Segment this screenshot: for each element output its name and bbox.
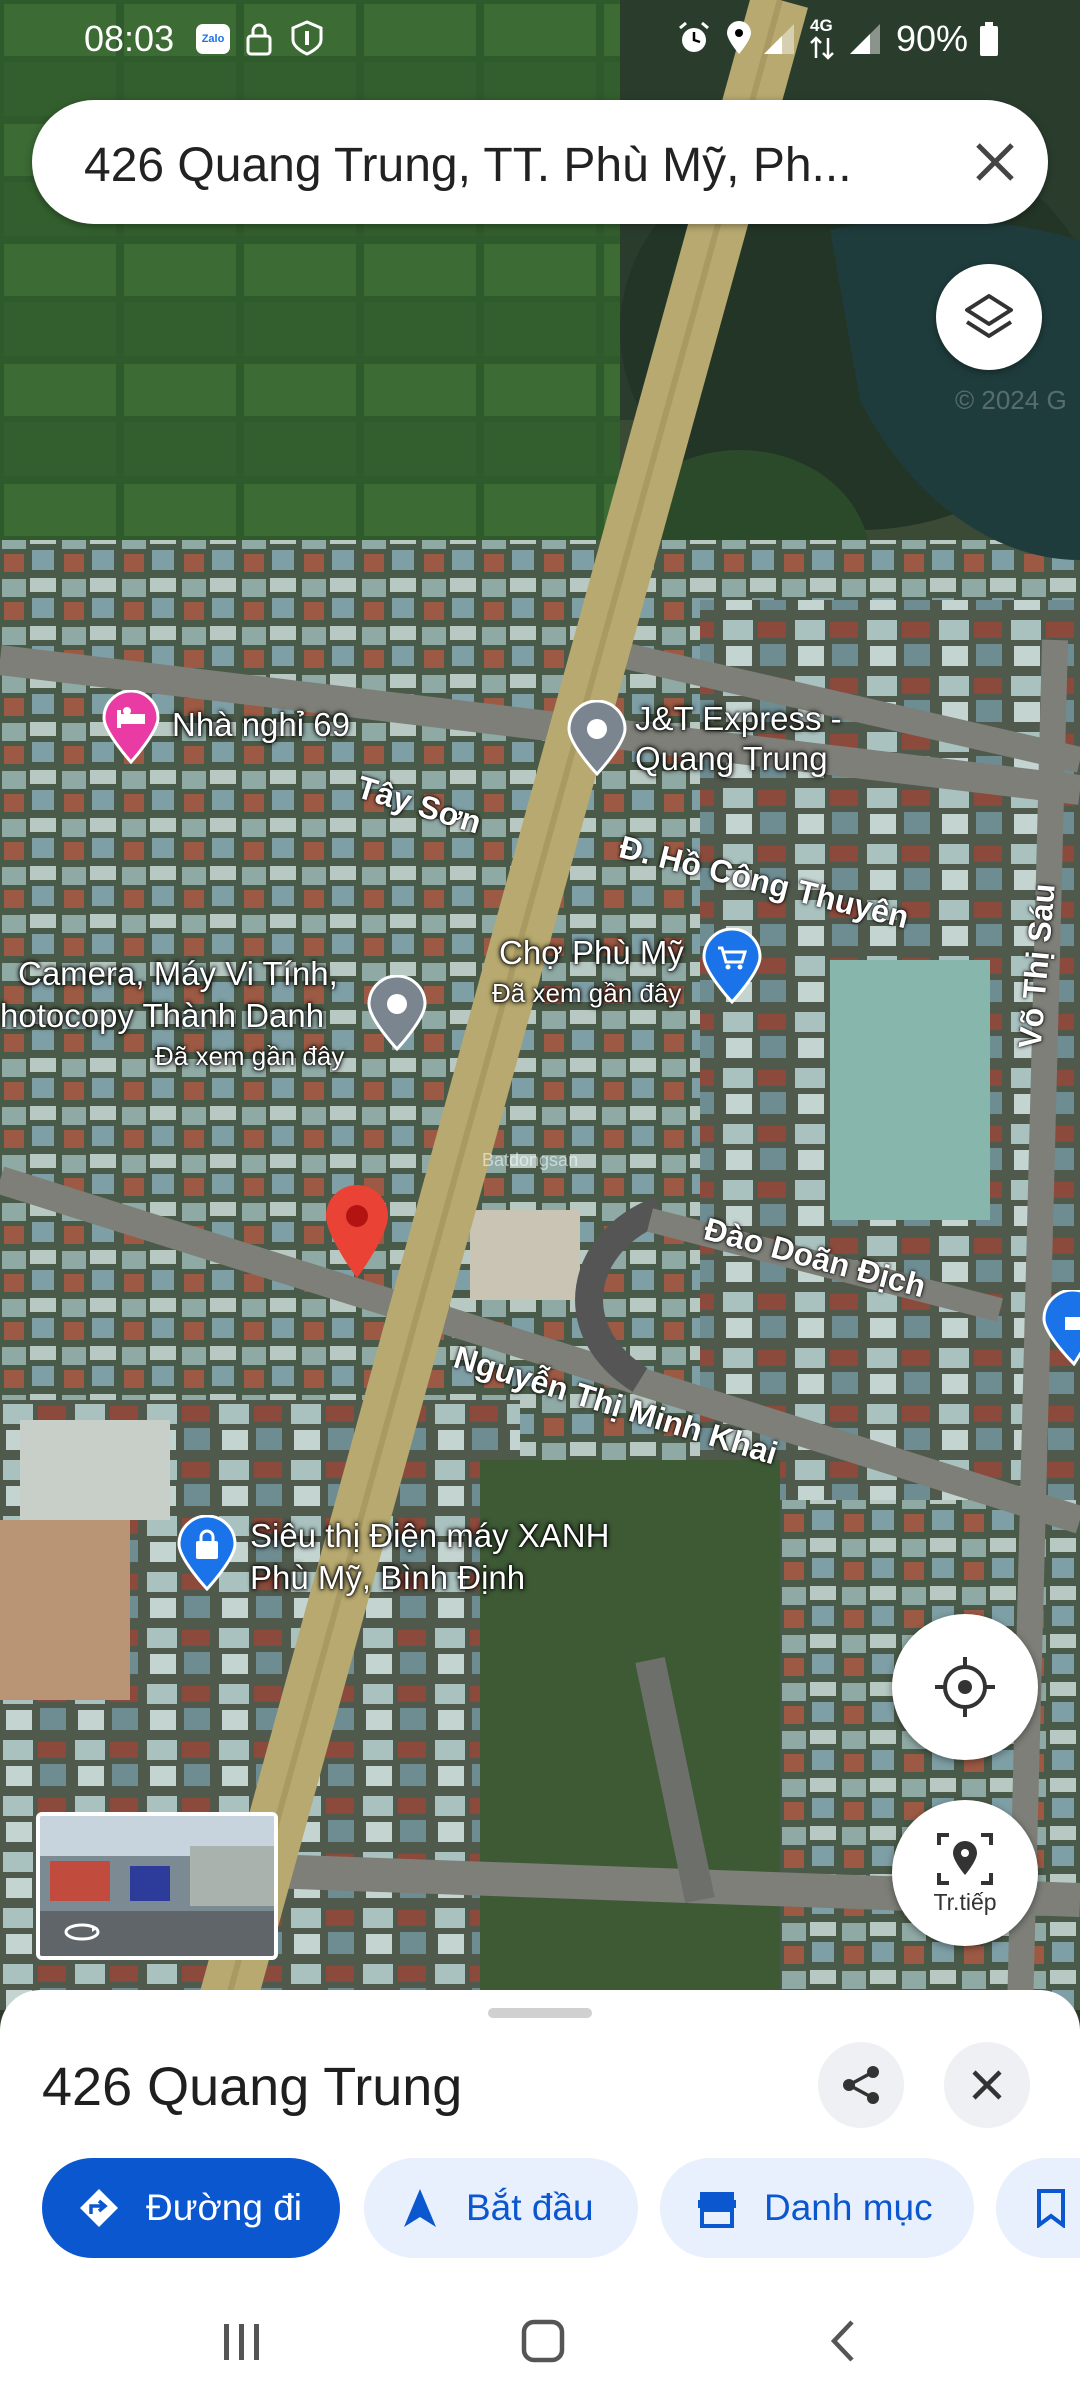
selected-location-pin-icon[interactable]: [322, 1180, 392, 1280]
poi-sublabel: Đã xem gần đây: [155, 1041, 345, 1071]
place-pin-icon: [367, 975, 427, 1051]
signal-icon: [764, 24, 794, 54]
hotel-pin-icon: [102, 690, 160, 764]
share-button[interactable]: [818, 2042, 904, 2128]
my-location-button[interactable]: [892, 1614, 1038, 1760]
search-query-text[interactable]: 426 Quang Trung, TT. Phù Mỹ, Ph...: [84, 138, 944, 193]
crosshair-icon: [935, 1657, 995, 1717]
directions-button[interactable]: Đường đi: [42, 2158, 340, 2258]
directions-icon: [78, 2187, 120, 2229]
data-arrows-icon: [810, 36, 834, 60]
poi-label: Chợ Phù Mỹ: [499, 934, 684, 971]
store-icon: [696, 2188, 738, 2228]
bookmark-icon: [1036, 2188, 1066, 2228]
listing-watermark: Batdongsan: [482, 1150, 579, 1170]
place-pin-icon: [567, 700, 627, 776]
battery-icon: [980, 22, 998, 56]
poi-label: J&T Express -: [635, 700, 842, 737]
poi-sublabel: Đã xem gần đây: [492, 978, 682, 1008]
shopping-cart-pin-icon: [702, 928, 762, 1004]
poi-label: Nhà nghỉ 69: [172, 706, 350, 743]
zalo-icon: Zalo: [196, 24, 230, 54]
place-title: 426 Quang Trung: [42, 2057, 463, 2117]
start-navigation-button[interactable]: Bắt đầu: [364, 2158, 638, 2258]
battery-percent: 90%: [896, 18, 969, 59]
info-badge-icon: [291, 20, 323, 56]
home-icon[interactable]: [520, 2318, 566, 2364]
close-icon[interactable]: [972, 139, 1018, 185]
layers-icon: [965, 294, 1013, 338]
back-icon[interactable]: [826, 2318, 860, 2364]
nearby-explore-button[interactable]: Tr.tiếp: [892, 1800, 1038, 1946]
street-view-thumbnail[interactable]: [36, 1812, 278, 1960]
poi-label: Siêu thị Điện máy XANH: [250, 1517, 610, 1554]
navigation-arrow-icon: [400, 2187, 440, 2229]
close-sheet-button[interactable]: [944, 2042, 1030, 2128]
recent-apps-icon[interactable]: [220, 2322, 264, 2362]
shopping-bag-pin-icon: [177, 1515, 237, 1591]
status-bar: 08:03 Zalo 4G 90%: [0, 0, 1080, 76]
poi-label-line2: Quang Trung: [635, 740, 828, 777]
close-icon: [972, 2070, 1002, 2100]
network-type: 4G: [810, 16, 833, 35]
nearby-label: Tr.tiếp: [933, 1888, 997, 1915]
directions-label: Đường đi: [146, 2187, 302, 2228]
status-time: 08:03: [84, 18, 175, 59]
poi-label: Camera, Máy Vi Tính,: [18, 955, 338, 992]
signal-icon: [850, 24, 880, 54]
pin-scan-icon: [937, 1832, 993, 1885]
system-nav-bar: [0, 2284, 1080, 2400]
poi-label-line2: hotocopy Thành Danh: [0, 997, 325, 1034]
search-bar[interactable]: 426 Quang Trung, TT. Phù Mỹ, Ph...: [32, 100, 1048, 224]
lock-icon: [246, 23, 272, 56]
drag-handle[interactable]: [488, 2008, 592, 2018]
start-label: Bắt đầu: [466, 2187, 594, 2228]
location-icon: [727, 21, 751, 54]
share-icon: [843, 2066, 879, 2104]
category-button[interactable]: Danh mục: [660, 2158, 974, 2258]
layers-button[interactable]: [936, 264, 1042, 370]
partial-pin-icon[interactable]: [1040, 1290, 1080, 1366]
map-copyright-watermark: © 2024 G: [955, 385, 1067, 415]
poi-label-line2: Phù Mỹ, Bình Định: [250, 1559, 526, 1596]
alarm-icon: [679, 21, 709, 52]
category-label: Danh mục: [764, 2187, 933, 2228]
rotate-360-icon: [64, 1923, 100, 1941]
